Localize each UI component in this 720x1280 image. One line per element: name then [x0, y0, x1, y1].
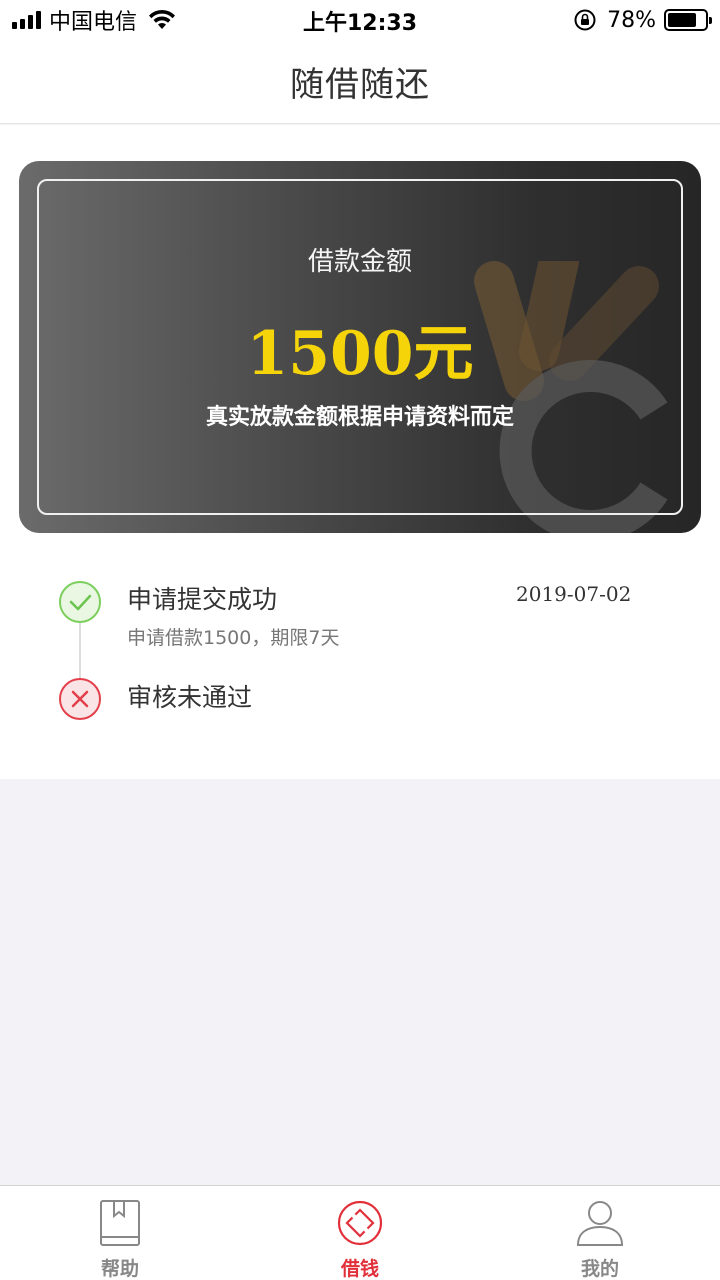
- tab-label: 帮助: [100, 1258, 139, 1280]
- status-bar: 中国电信 上午12:33 78%: [0, 0, 720, 40]
- diamond-icon: [337, 1200, 383, 1246]
- status-right: 78%: [573, 6, 712, 34]
- loan-card: 借款金额 1500元 真实放款金额根据申请资料而定: [19, 161, 701, 533]
- tab-label: 我的: [580, 1258, 619, 1280]
- user-icon: [576, 1201, 624, 1246]
- tab-help[interactable]: 帮助: [0, 1186, 240, 1280]
- page-title: 随借随还: [290, 65, 430, 105]
- loan-amount-value: 1500元: [246, 319, 474, 389]
- tab-mine[interactable]: 我的: [480, 1186, 720, 1280]
- book-icon: [100, 1200, 140, 1246]
- battery-icon: [664, 9, 712, 31]
- rotation-lock-icon: [574, 9, 596, 31]
- battery-percent: 78%: [607, 7, 656, 33]
- timeline-step-date: 2019-07-02: [516, 582, 632, 606]
- x-circle-icon: [59, 678, 101, 720]
- timeline-step-subtitle: 申请借款1500，期限7天: [127, 627, 340, 649]
- timeline-step-title: 申请提交成功: [127, 585, 278, 614]
- loan-amount-note: 真实放款金额根据申请资料而定: [205, 405, 514, 430]
- tab-bar: 帮助 借钱 我的: [0, 1185, 720, 1280]
- check-circle-icon: [59, 581, 101, 623]
- main-content: 借款金额 1500元 真实放款金额根据申请资料而定 申请提交成功 申请借款150…: [0, 125, 720, 779]
- nav-bar: 随借随还: [0, 40, 720, 124]
- loan-amount-label: 借款金额: [307, 247, 412, 277]
- tab-borrow[interactable]: 借钱: [240, 1186, 480, 1280]
- timeline-connector: [79, 623, 81, 685]
- tab-label: 借钱: [340, 1258, 379, 1280]
- timeline-step-title: 审核未通过: [127, 683, 253, 712]
